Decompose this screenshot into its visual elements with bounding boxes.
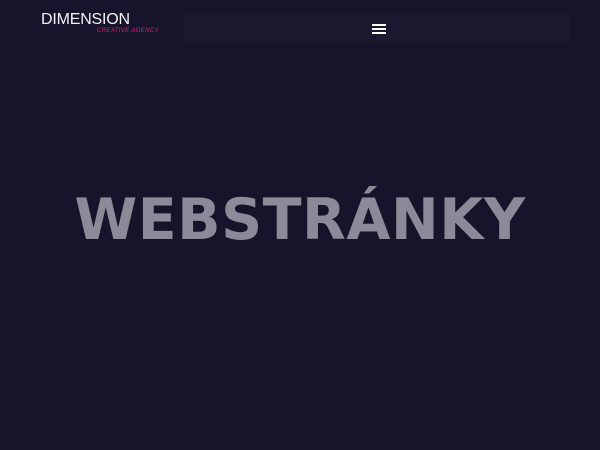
hero-section: WEBSTRÁNKY [0,180,600,260]
hamburger-menu-icon [372,24,386,34]
page: DIMENSION CREATIVE AGENCY WEBSTRÁNKY [0,0,600,450]
logo-subtitle: CREATIVE AGENCY [97,27,159,34]
logo-link[interactable]: DIMENSION CREATIVE AGENCY [41,11,165,35]
logo-title: DIMENSION [41,11,130,28]
hero-title: WEBSTRÁNKY [74,187,526,253]
site-header: DIMENSION CREATIVE AGENCY [0,0,600,46]
menu-button[interactable] [366,18,392,40]
